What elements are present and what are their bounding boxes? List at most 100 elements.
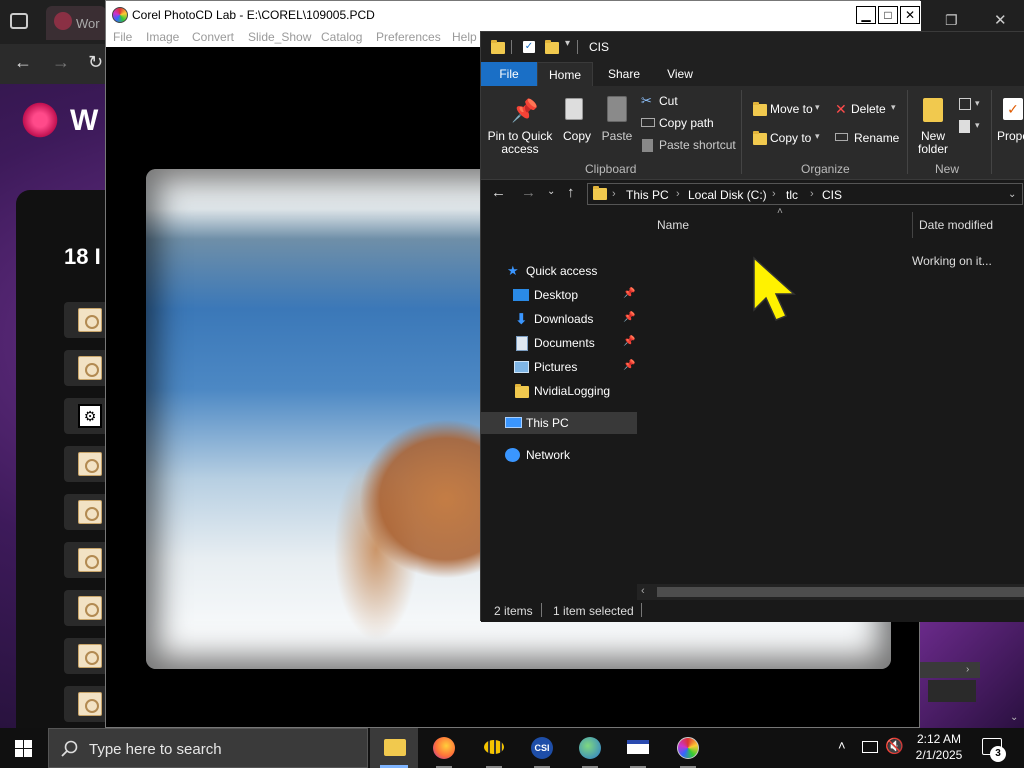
tab-file[interactable]: File	[481, 62, 537, 86]
breadcrumb-cis[interactable]: CIS	[822, 188, 842, 202]
tab-share[interactable]: Share	[597, 62, 651, 86]
nav-pictures-label: Pictures	[534, 360, 578, 374]
computer-icon	[505, 417, 522, 428]
paste-button[interactable]: Paste	[597, 92, 637, 156]
taskbar-photocd[interactable]	[664, 728, 712, 768]
nav-network[interactable]: Network	[481, 444, 637, 466]
nav-pictures[interactable]: Pictures 📌	[481, 356, 637, 378]
menu-catalog[interactable]: Catalog	[321, 30, 362, 44]
scroll-left-icon[interactable]: ‹	[641, 585, 645, 597]
corel-maximize-button[interactable]: □	[878, 6, 898, 24]
paste-shortcut-button[interactable]: Paste shortcut	[641, 136, 739, 156]
properties-button[interactable]: ✓ Prope	[997, 92, 1024, 156]
browser-restore-icon[interactable]: ❐	[945, 12, 958, 29]
easy-access-button[interactable]: ▾	[957, 118, 985, 136]
copy-to-button[interactable]: Copy to ▾	[751, 127, 825, 149]
column-header-date-modified[interactable]: Date modified	[919, 218, 993, 232]
new-folder-quick-icon[interactable]	[545, 40, 559, 54]
forward-arrow-icon[interactable]: →	[52, 52, 70, 73]
menu-help[interactable]: Help	[452, 30, 477, 44]
new-folder-button[interactable]: New folder	[913, 92, 953, 156]
customize-toolbar-chevron-icon[interactable]: ▾	[565, 38, 570, 49]
status-divider	[541, 603, 542, 617]
start-button[interactable]	[0, 728, 48, 768]
navigation-pane: ★ Quick access Desktop 📌 ⬇ Downloads 📌 D…	[481, 208, 637, 600]
menu-image[interactable]: Image	[146, 30, 179, 44]
move-to-button[interactable]: Move to ▾	[751, 98, 825, 120]
taskbar-app-card[interactable]	[614, 728, 662, 768]
back-arrow-icon[interactable]: ←	[491, 184, 506, 201]
search-icon	[61, 740, 78, 757]
column-header-name[interactable]: Name	[657, 218, 689, 232]
clock[interactable]: 2:12 AM 2/1/2025	[906, 731, 972, 763]
horizontal-scrollbar[interactable]: ‹	[637, 584, 1024, 600]
move-to-chevron-icon: ▾	[815, 102, 820, 112]
reload-icon[interactable]: ↻	[88, 52, 103, 73]
scroll-right-icon[interactable]: ›	[966, 664, 969, 675]
pin-to-quick-access-button[interactable]: 📌 Pin to Quick access	[485, 92, 555, 156]
copy-button[interactable]: Copy	[559, 92, 595, 156]
network-status-icon[interactable]	[862, 741, 878, 753]
nav-quick-access-label: Quick access	[526, 264, 598, 278]
breadcrumb-tlc[interactable]: tlc	[786, 188, 798, 202]
breadcrumb-this-pc[interactable]: This PC	[626, 188, 669, 202]
recent-locations-chevron-icon[interactable]: ⌄	[547, 186, 555, 197]
corel-minimize-button[interactable]: ▁	[856, 6, 876, 24]
corel-window-title: Corel PhotoCD Lab - E:\COREL\109005.PCD	[132, 8, 375, 22]
back-arrow-icon[interactable]: ←	[14, 52, 32, 73]
properties-check-icon[interactable]: ✓	[523, 41, 535, 53]
taskbar-firefox[interactable]	[420, 728, 468, 768]
nav-downloads[interactable]: ⬇ Downloads 📌	[481, 308, 637, 330]
item-count: 2 items	[494, 604, 533, 618]
scroll-down-icon[interactable]: ⌄	[1010, 712, 1018, 723]
nav-this-pc[interactable]: This PC	[481, 412, 637, 434]
menu-convert[interactable]: Convert	[192, 30, 234, 44]
breadcrumb-local-disk[interactable]: Local Disk (C:)	[688, 188, 767, 202]
cut-button[interactable]: ✂ Cut	[641, 92, 739, 112]
tab-actions-icon[interactable]	[10, 13, 28, 29]
browser-close-icon[interactable]: ✕	[994, 11, 1007, 29]
search-placeholder: Type here to search	[89, 741, 222, 758]
file-icon	[78, 308, 102, 332]
taskbar-file-explorer[interactable]	[370, 728, 418, 768]
clock-time: 2:12 AM	[916, 732, 962, 746]
nav-desktop[interactable]: Desktop 📌	[481, 284, 637, 306]
volume-muted-icon[interactable]: 🔇	[885, 737, 904, 755]
taskbar-app-csi[interactable]: CSI	[518, 728, 566, 768]
nav-this-pc-label: This PC	[526, 416, 569, 430]
menu-preferences[interactable]: Preferences	[376, 30, 441, 44]
view-toggle[interactable]	[928, 680, 976, 702]
corel-close-button[interactable]: ✕	[900, 6, 920, 24]
breadcrumb-separator: ›	[772, 188, 776, 200]
up-arrow-icon[interactable]: ↑	[567, 184, 575, 201]
nav-nvidialogging[interactable]: NvidiaLogging	[481, 380, 637, 402]
copy-path-button[interactable]: Copy path	[641, 114, 739, 134]
pinned-icon: 📌	[623, 312, 636, 323]
column-divider[interactable]	[912, 212, 913, 238]
delete-button[interactable]: ✕ Delete ▾	[831, 98, 903, 120]
new-item-icon	[959, 98, 971, 110]
rename-button[interactable]: Rename	[831, 127, 903, 149]
file-list[interactable]: ˄ Name Date modified Working on it...	[637, 206, 1024, 600]
nav-documents[interactable]: Documents 📌	[481, 332, 637, 354]
tab-home[interactable]: Home	[537, 62, 593, 86]
toolbar-divider	[577, 40, 578, 54]
copy-label: Copy	[562, 129, 591, 143]
menu-file[interactable]: File	[113, 30, 132, 44]
show-hidden-icons-chevron-icon[interactable]: ˄	[838, 738, 846, 753]
menu-slide-show[interactable]: Slide_Show	[248, 30, 311, 44]
address-bar-row: ← → ⌄ ↑ › This PC › Local Disk (C:) › tl…	[481, 180, 1024, 208]
taskbar-app-bee[interactable]	[470, 728, 518, 768]
scrollbar[interactable]	[920, 662, 980, 678]
address-bar[interactable]: › This PC › Local Disk (C:) › tlc › CIS …	[587, 183, 1023, 205]
taskbar-app-globe[interactable]	[566, 728, 614, 768]
paste-label: Paste	[601, 129, 633, 143]
settings-gear-icon: ⚙	[78, 404, 102, 428]
forward-arrow-icon[interactable]: →	[521, 184, 536, 201]
new-item-button[interactable]: ▾	[957, 96, 985, 114]
address-dropdown-chevron-icon[interactable]: ⌄	[1008, 189, 1016, 200]
tab-view[interactable]: View	[653, 62, 707, 86]
scrollbar-thumb[interactable]	[657, 587, 1024, 597]
nav-quick-access[interactable]: ★ Quick access	[481, 260, 637, 282]
taskbar-search-box[interactable]: Type here to search	[48, 728, 368, 768]
